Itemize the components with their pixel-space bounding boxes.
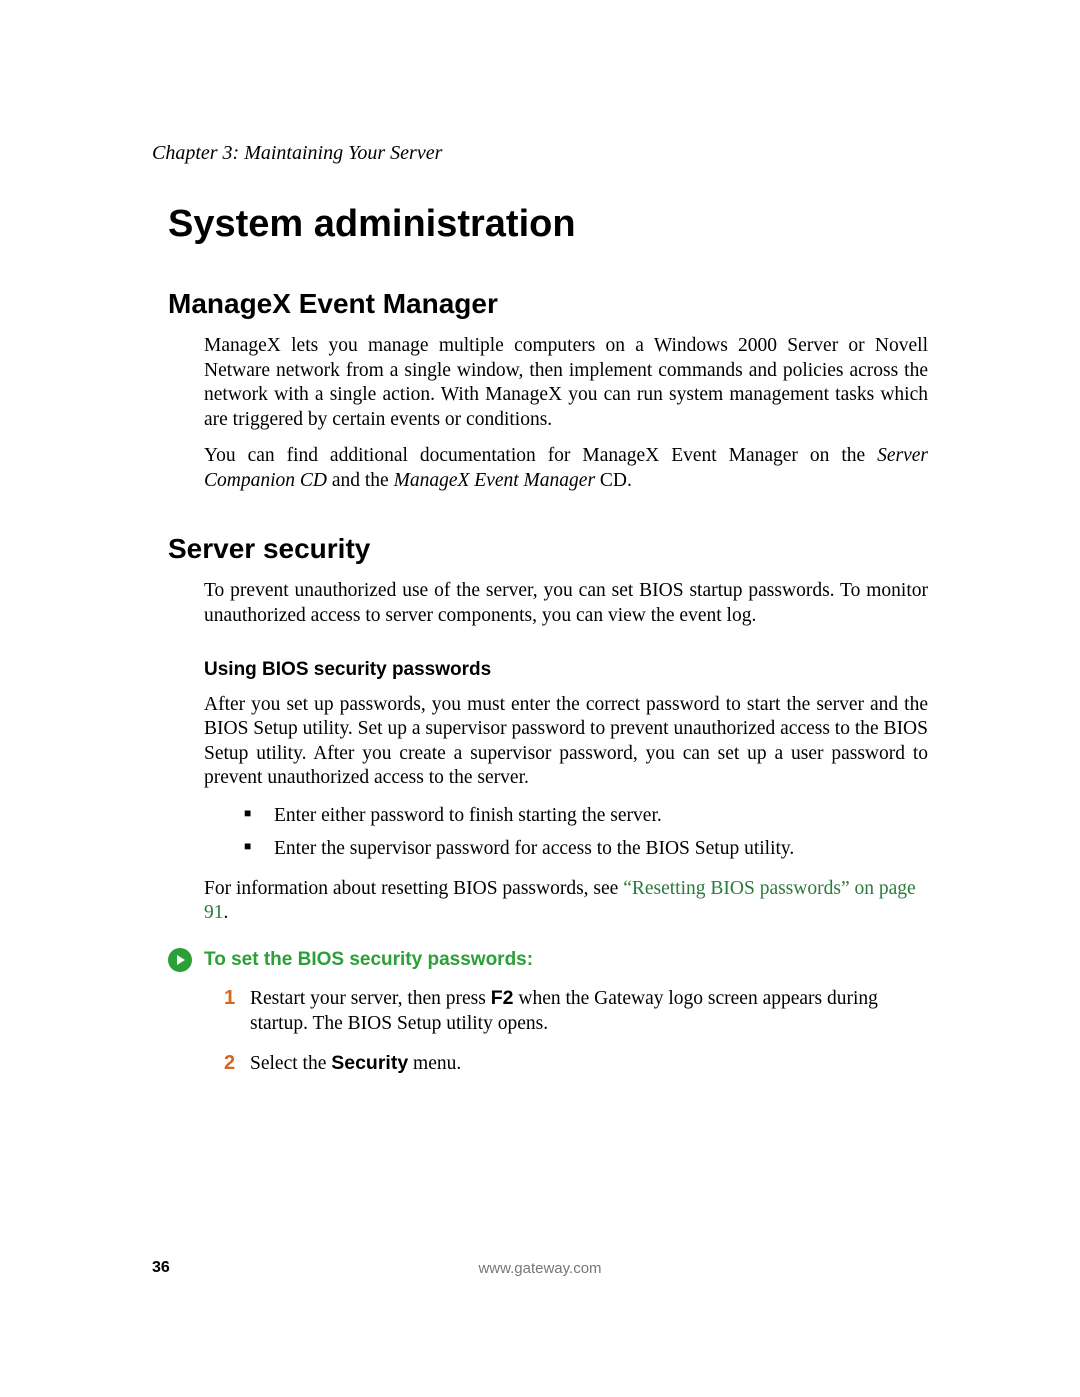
body-block: After you set up passwords, you must ent… [204,693,928,791]
cd-reference: ManageX Event Manager [394,470,595,491]
menu-name: Security [331,1052,408,1074]
list-item: Enter the supervisor password for access… [244,836,928,863]
paragraph: ManageX lets you manage multiple compute… [204,334,928,432]
play-icon [168,948,192,972]
step-item: 1 Restart your server, then press F2 whe… [224,986,928,1037]
document-page: Chapter 3: Maintaining Your Server Syste… [0,0,1080,1077]
paragraph: After you set up passwords, you must ent… [204,693,928,791]
text: You can find additional documentation fo… [204,445,877,466]
text: . [224,902,229,923]
subsection-heading-bios: Using BIOS security passwords [204,659,928,681]
page-title: System administration [168,203,928,246]
paragraph: You can find additional documentation fo… [204,444,928,493]
body-block: To prevent unauthorized use of the serve… [204,579,928,628]
bullet-list: Enter either password to finish starting… [244,803,928,863]
page-number: 36 [152,1259,170,1277]
body-block: ManageX lets you manage multiple compute… [204,334,928,493]
footer-url: www.gateway.com [478,1260,601,1277]
paragraph: For information about resetting BIOS pas… [204,877,928,926]
body-block: For information about resetting BIOS pas… [204,877,928,926]
step-number: 1 [224,986,250,1037]
text: For information about resetting BIOS pas… [204,878,623,899]
page-footer: 36 www.gateway.com [152,1259,928,1277]
text: and the [327,470,394,491]
keyboard-key: F2 [491,987,514,1009]
paragraph: To prevent unauthorized use of the serve… [204,579,928,628]
text: CD. [595,470,632,491]
text: menu. [408,1053,461,1074]
step-item: 2 Select the Security menu. [224,1051,928,1077]
chapter-header: Chapter 3: Maintaining Your Server [152,142,928,165]
procedure-steps: 1 Restart your server, then press F2 whe… [224,986,928,1077]
procedure-heading-row: To set the BIOS security passwords: [152,948,928,972]
step-number: 2 [224,1051,250,1077]
step-text: Select the Security menu. [250,1051,928,1077]
text: Restart your server, then press [250,988,491,1009]
procedure-title: To set the BIOS security passwords: [204,949,533,971]
text: Select the [250,1053,331,1074]
section-heading-security: Server security [168,533,928,565]
section-heading-managex: ManageX Event Manager [168,288,928,320]
list-item: Enter either password to finish starting… [244,803,928,830]
step-text: Restart your server, then press F2 when … [250,986,928,1037]
